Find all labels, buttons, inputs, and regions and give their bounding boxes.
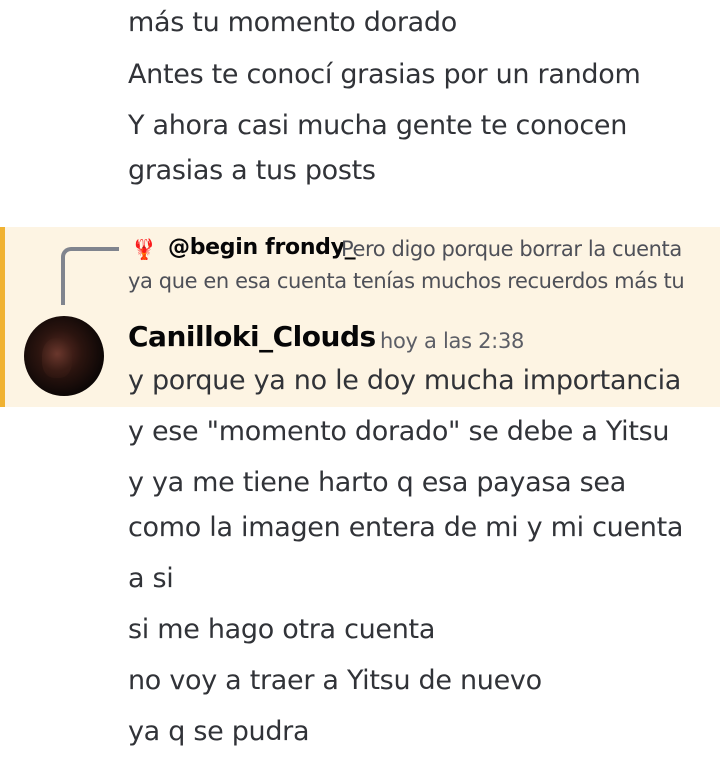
message-line: como la imagen entera de mi y mi cuenta — [128, 512, 684, 543]
reply-preview-text-continued[interactable]: ya que en esa cuenta tenías muchos recue… — [128, 266, 685, 296]
reply-avatar-icon[interactable]: 🦞 — [131, 236, 157, 262]
message-timestamp[interactable]: hoy a las 2:38 — [380, 326, 524, 356]
avatar[interactable] — [24, 316, 104, 396]
message-line: a si — [128, 563, 174, 594]
message-line: ya q se pudra — [128, 716, 310, 747]
message-line: más tu momento dorado — [128, 7, 457, 38]
reply-preview-text[interactable]: Pero digo porque borrar la cuenta — [341, 234, 682, 264]
mention-highlight-bar — [0, 227, 5, 407]
reply-username[interactable]: @begin frondy_ — [168, 233, 356, 263]
message-line: y ya me tiene harto q esa payasa sea — [128, 467, 626, 498]
reply-spine — [61, 247, 119, 305]
avatar-face — [42, 338, 72, 378]
message-line: y ese "momento dorado" se debe a Yitsu — [128, 416, 670, 447]
message-line: no voy a traer a Yitsu de nuevo — [128, 665, 542, 696]
message-line: y porque ya no le doy mucha importancia — [128, 365, 682, 396]
message-line: Y ahora casi mucha gente te conocen — [128, 110, 628, 141]
message-username[interactable]: Canilloki_Clouds — [128, 319, 376, 355]
message-line: si me hago otra cuenta — [128, 614, 436, 645]
message-line: grasias a tus posts — [128, 155, 376, 186]
message-line: Antes te conocí grasias por un random — [128, 59, 641, 90]
